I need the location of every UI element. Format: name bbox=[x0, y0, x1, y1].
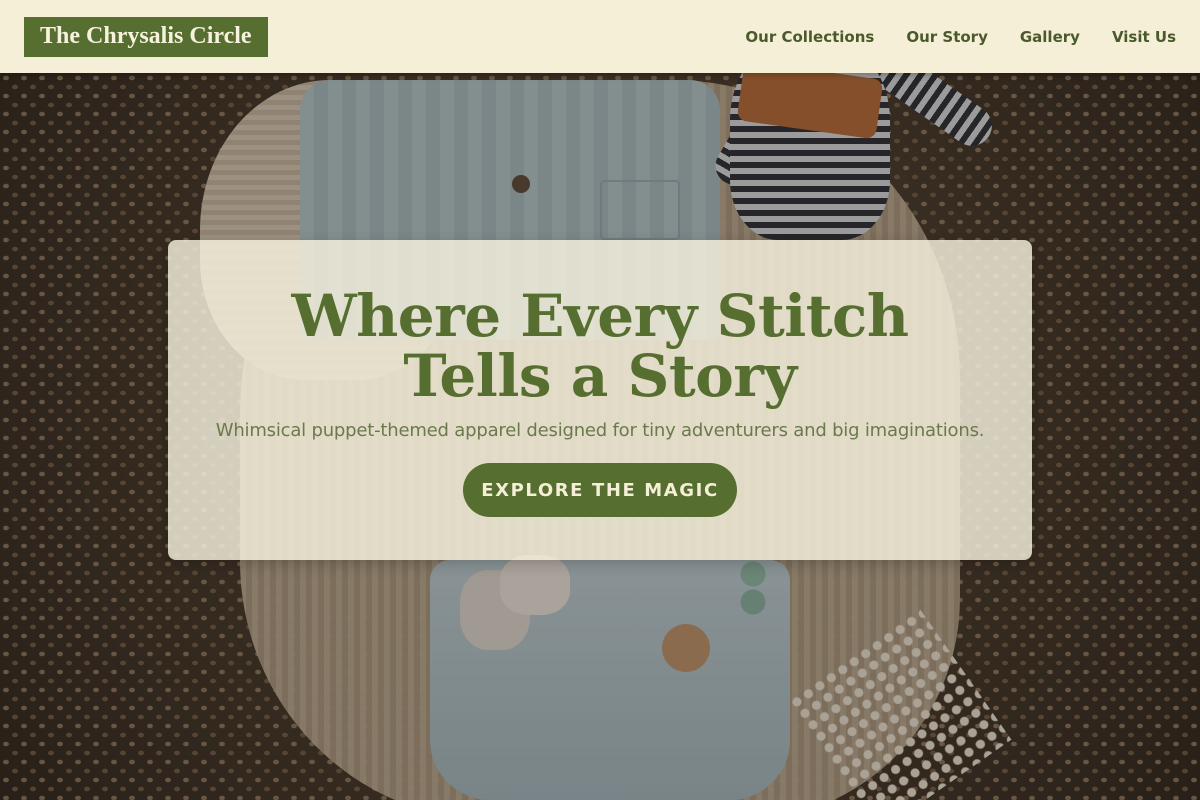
site-logo[interactable]: The Chrysalis Circle bbox=[24, 16, 268, 57]
nav-link-visit-us[interactable]: Visit Us bbox=[1112, 28, 1176, 46]
site-header: The Chrysalis Circle Our Collections Our… bbox=[0, 0, 1200, 73]
hero-card: Where Every Stitch Tells a Story Whimsic… bbox=[168, 240, 1032, 560]
nav-link-our-story[interactable]: Our Story bbox=[906, 28, 988, 46]
nav-link-our-collections[interactable]: Our Collections bbox=[745, 28, 874, 46]
explore-button[interactable]: EXPLORE THE MAGIC bbox=[463, 463, 737, 517]
logo-text: The Chrysalis Circle bbox=[40, 22, 252, 49]
hero-subtitle: Whimsical puppet-themed apparel designed… bbox=[215, 420, 985, 441]
nav-link-gallery[interactable]: Gallery bbox=[1020, 28, 1080, 46]
hero-title: Where Every Stitch Tells a Story bbox=[291, 282, 909, 410]
main-nav: Our Collections Our Story Gallery Visit … bbox=[745, 28, 1176, 46]
